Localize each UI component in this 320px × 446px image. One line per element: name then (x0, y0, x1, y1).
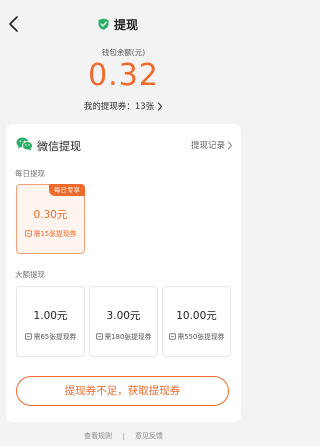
chevron-right-icon (228, 141, 232, 149)
tile-amount: 1.00元 (33, 310, 68, 322)
tile-requirement: 需180张提现券 (90, 331, 157, 341)
back-arrow-icon[interactable] (7, 15, 21, 33)
large-option-tile[interactable]: 1.00元 需65张提现券 (16, 286, 85, 357)
tile-requirement-text: 需550张提现券 (177, 333, 225, 341)
tile-requirement-text: 需180张提现券 (104, 333, 152, 341)
balance-label: 钱包余额(元) (101, 48, 146, 57)
view-rules-link[interactable]: 查看规则 (84, 431, 112, 441)
tile-requirement: 需65张提现券 (17, 331, 84, 341)
footer-links: 查看规则 意见反馈 (0, 431, 247, 441)
withdraw-page: 提现 钱包余额(元) 0.32 我的提现券：13张 微信提现 提现记录 每日提现 (0, 0, 247, 446)
shield-check-icon (98, 18, 109, 30)
daily-exclusive-badge: 每日专享 (49, 184, 85, 196)
voucher-icon (168, 332, 176, 340)
large-option-tile[interactable]: 3.00元 需180张提现券 (89, 286, 158, 357)
voucher-count-text: 我的提现券：13张 (83, 102, 155, 112)
daily-withdraw-label: 每日提现 (15, 169, 45, 178)
page-title: 提现 (114, 17, 139, 32)
large-withdraw-label: 大额提现 (15, 270, 45, 279)
daily-option-tile[interactable]: 每日专享 0.30元 需15张提现券 (16, 184, 85, 254)
voucher-icon (95, 332, 103, 340)
large-option-tile[interactable]: 10.00元 需550张提现券 (162, 286, 231, 357)
wechat-withdraw-title: 微信提现 (37, 140, 81, 153)
chevron-right-icon (158, 101, 163, 111)
tile-requirement: 需550张提现券 (163, 331, 230, 341)
tile-requirement: 需15张提现券 (17, 228, 84, 238)
voucher-icon (24, 332, 32, 340)
footer-divider (123, 432, 124, 440)
withdraw-record-link[interactable]: 提现记录 (191, 139, 233, 151)
voucher-icon (24, 229, 32, 237)
nav-title-group: 提现 (98, 16, 138, 32)
withdraw-record-label: 提现记录 (190, 141, 225, 151)
wechat-icon (16, 137, 33, 151)
tile-amount: 3.00元 (106, 310, 141, 322)
tile-amount: 0.30元 (33, 209, 68, 221)
wechat-withdraw-card: 微信提现 提现记录 每日提现 每日专享 0.30元 需15张提现券 大额提现 1… (6, 124, 241, 422)
my-vouchers-link[interactable]: 我的提现券：13张 (0, 100, 247, 112)
get-vouchers-button[interactable]: 提现券不足，获取提现券 (16, 376, 229, 406)
feedback-link[interactable]: 意见反馈 (135, 431, 163, 441)
tile-requirement-text: 需65张提现券 (33, 333, 77, 341)
tile-amount: 10.00元 (176, 310, 217, 322)
tile-requirement-text: 需15张提现券 (33, 230, 77, 238)
nav-bar: 提现 (0, 0, 247, 48)
balance-value: 0.32 (88, 58, 159, 93)
